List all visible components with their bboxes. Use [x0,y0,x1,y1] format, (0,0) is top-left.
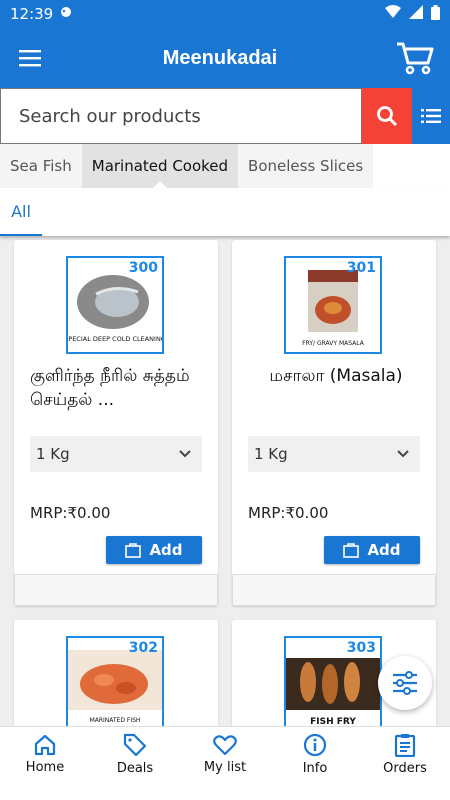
chevron-down-icon [179,450,191,458]
nav-home[interactable]: Home [0,727,90,782]
product-code: 302 [128,640,158,656]
product-image-caption: MARINATED FISH [90,717,141,724]
nav-deals[interactable]: Deals [90,727,180,782]
product-name[interactable]: மசாலா (Masala) [248,364,424,388]
nav-deals-label: Deals [116,761,154,776]
product-code: 301 [346,260,376,276]
search-row: Search our products [0,88,450,144]
nav-my-list-label: My list [203,760,247,775]
add-label: Add [367,541,401,559]
add-button[interactable]: Add [106,536,202,564]
chevron-down-icon [397,450,409,458]
unit-value: 1 Kg [254,445,288,463]
shopping-bag-icon [125,543,142,558]
product-image[interactable]: MARINATED FISH 302 [66,636,164,726]
notification-icon [59,5,73,23]
tab-marinated-cooked[interactable]: Marinated Cooked [81,144,239,189]
add-label: Add [149,541,183,559]
product-image[interactable]: FRY/ GRAVY MASALA 301 [284,256,382,354]
product-mrp: MRP:₹0.00 [30,504,111,522]
unit-select[interactable]: 1 Kg [30,436,202,472]
nav-info-label: Info [302,761,328,776]
app-title: Meenukadai [162,46,278,69]
heart-icon [213,735,237,756]
product-image-caption: FISH FRY [310,717,356,726]
tab-all[interactable]: All [0,188,42,236]
product-name[interactable]: குளிர்ந்த நீரில் சுத்தம் செய்தல் ... [30,364,206,412]
shopping-bag-icon [343,543,360,558]
category-tabs: Sea Fish Marinated Cooked Boneless Slice… [0,144,450,189]
card-footer [232,574,436,606]
product-code: 300 [128,260,158,276]
tab-sea-fish[interactable]: Sea Fish [0,144,82,188]
tab-boneless-slices[interactable]: Boneless Slices [238,144,374,188]
tag-icon [123,733,147,757]
wifi-icon [385,5,401,23]
status-time: 12:39 [10,5,54,23]
search-input[interactable]: Search our products [0,88,362,144]
home-icon [34,734,56,756]
product-image-caption: FRY/ GRAVY MASALA [302,340,365,347]
search-icon [377,106,398,127]
product-image[interactable]: FISH FRY 303 [284,636,382,726]
clipboard-icon [394,734,416,757]
signal-icon [409,5,423,23]
info-icon [303,733,327,757]
list-icon [421,109,441,123]
product-image-caption: SPECIAL DEEP COLD CLEANING [68,335,162,343]
card-footer [14,574,218,606]
nav-my-list[interactable]: My list [180,727,270,782]
list-view-button[interactable] [412,88,450,144]
status-bar: 12:39 [0,0,450,28]
app-bar: Meenukadai [0,28,450,88]
cart-icon [397,42,434,75]
nav-info[interactable]: Info [270,727,360,782]
cart-button[interactable] [380,28,450,88]
filter-sliders-icon [393,671,417,695]
unit-select[interactable]: 1 Kg [248,436,420,472]
product-image[interactable]: SPECIAL DEEP COLD CLEANING 300 [64,256,166,354]
sub-tabs: All [0,188,450,236]
battery-icon [431,4,440,24]
product-code: 303 [346,640,376,656]
nav-orders[interactable]: Orders [360,727,450,782]
search-button[interactable] [362,88,412,144]
add-button[interactable]: Add [324,536,420,564]
filter-button[interactable] [378,656,432,710]
bottom-nav: Home Deals My list Info Orders [0,726,450,782]
nav-orders-label: Orders [383,761,427,776]
unit-value: 1 Kg [36,445,70,463]
menu-button[interactable] [0,28,60,88]
nav-home-label: Home [25,760,65,775]
system-nav-area [0,782,450,800]
product-card: SPECIAL DEEP COLD CLEANING 300 குளிர்ந்த… [14,240,218,606]
product-mrp: MRP:₹0.00 [248,504,329,522]
product-grid: SPECIAL DEEP COLD CLEANING 300 குளிர்ந்த… [0,236,450,726]
hamburger-icon [19,50,41,67]
product-card: MARINATED FISH 302 [14,620,218,726]
product-card: FRY/ GRAVY MASALA 301 மசாலா (Masala) 1 K… [232,240,436,606]
